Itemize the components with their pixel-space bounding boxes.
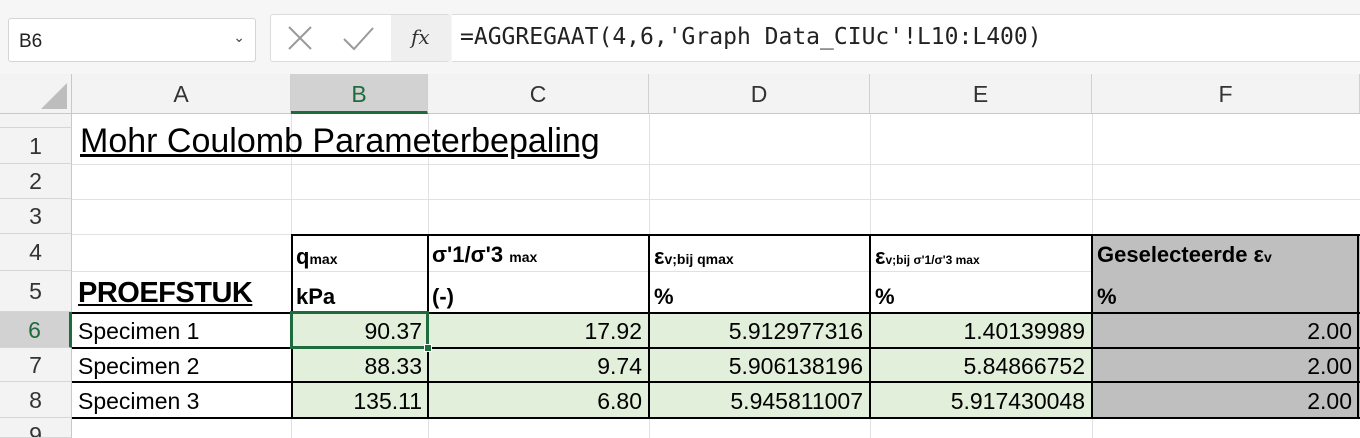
row-header-8[interactable]: 8 (0, 382, 72, 418)
column-header-f[interactable]: F (1092, 74, 1360, 114)
cell-ev-ratio[interactable]: 5.84866752 (870, 353, 1085, 380)
header-sigma-ratio[interactable]: σ'1/σ'3 max (432, 242, 537, 268)
cell-ev-qmax[interactable]: 5.906138196 (649, 353, 863, 380)
cell-ev-ratio[interactable]: 1.40139989 (870, 318, 1085, 345)
column-header-d[interactable]: D (649, 74, 870, 114)
check-icon[interactable] (341, 23, 375, 58)
row-header-2[interactable]: 2 (0, 164, 72, 199)
select-all-button[interactable] (0, 74, 72, 114)
spreadsheet-grid: A B C D E F 1 2 3 4 5 6 7 8 9 Mohr Coulo… (0, 74, 1360, 438)
column-header-e[interactable]: E (870, 74, 1092, 114)
unit-e[interactable]: % (875, 284, 895, 310)
insert-function-button[interactable]: fx (391, 15, 451, 61)
active-cell-border (290, 311, 429, 349)
header-ev-qmax[interactable]: εv;bij qmax (654, 244, 734, 270)
cell-ratio[interactable]: 9.74 (428, 353, 642, 380)
cell-qmax[interactable]: 88.33 (291, 353, 422, 380)
chevron-down-icon[interactable]: ⌄ (233, 29, 245, 46)
fill-handle[interactable] (424, 344, 432, 352)
cell-ratio[interactable]: 6.80 (428, 388, 642, 415)
column-header-b[interactable]: B (291, 74, 428, 114)
cell-ratio[interactable]: 17.92 (428, 318, 642, 345)
row-header-1[interactable]: 1 (0, 128, 72, 164)
name-box[interactable]: B6 ⌄ (8, 18, 256, 62)
unit-c[interactable]: (-) (432, 284, 454, 310)
formula-input[interactable]: =AGGREGAAT(4,6,'Graph Data_CIUc'!L10:L40… (452, 14, 1360, 62)
formula-bar: B6 ⌄ fx =AGGREGAAT(4,6,'Graph Data_CIUc'… (0, 0, 1360, 74)
specimen-name[interactable]: Specimen 1 (78, 318, 288, 345)
cell-ev-selected[interactable]: 2.00 (1092, 388, 1352, 415)
proefstuk-label[interactable]: PROEFSTUK (78, 277, 253, 310)
specimen-name[interactable]: Specimen 3 (78, 388, 288, 415)
page-title: Mohr Coulomb Parameterbepaling (80, 122, 600, 160)
fx-icon: fx (411, 25, 430, 49)
row-header-9[interactable]: 9 (0, 418, 72, 438)
header-qmax[interactable]: qmax (296, 244, 337, 270)
row-header-4[interactable]: 4 (0, 234, 72, 271)
cell-ev-ratio[interactable]: 5.917430048 (870, 388, 1085, 415)
row-header-6[interactable]: 6 (0, 312, 72, 348)
row-header-3[interactable]: 3 (0, 199, 72, 234)
column-header-c[interactable]: C (428, 74, 649, 114)
column-header-a[interactable]: A (72, 74, 291, 114)
specimen-name[interactable]: Specimen 2 (78, 353, 288, 380)
unit-d[interactable]: % (654, 284, 674, 310)
cell-ev-selected[interactable]: 2.00 (1092, 353, 1352, 380)
header-selected-ev[interactable]: Geselecteerde εv (1097, 242, 1272, 268)
row-header-5[interactable]: 5 (0, 271, 72, 312)
row-header-7[interactable]: 7 (0, 348, 72, 382)
cell-ev-qmax[interactable]: 5.912977316 (649, 318, 863, 345)
row-header-spacer (0, 114, 72, 128)
header-ev-ratio[interactable]: εv;bij σ'1/σ'3 max (875, 244, 980, 270)
cell-qmax[interactable]: 135.11 (291, 388, 422, 415)
cell-ev-selected[interactable]: 2.00 (1092, 318, 1352, 345)
unit-f[interactable]: % (1097, 284, 1117, 310)
name-box-value: B6 (19, 31, 43, 52)
formula-buttons: fx (270, 14, 451, 62)
x-icon[interactable] (285, 23, 315, 58)
formula-text: =AGGREGAAT(4,6,'Graph Data_CIUc'!L10:L40… (460, 24, 1042, 50)
cell-ev-qmax[interactable]: 5.945811007 (649, 388, 863, 415)
unit-b[interactable]: kPa (296, 284, 335, 310)
